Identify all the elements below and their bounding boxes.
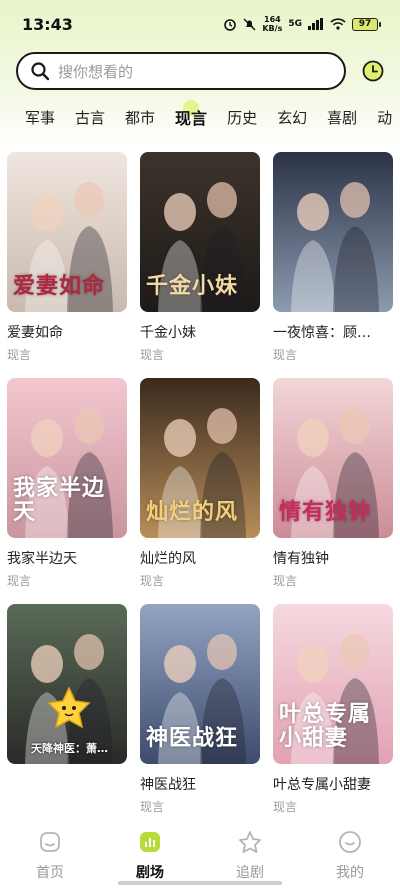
profile-icon bbox=[338, 830, 362, 858]
drama-poster[interactable]: 爱妻如命 bbox=[7, 152, 127, 312]
nav-label: 首页 bbox=[36, 865, 64, 881]
poster-overlay-text: 天降神医：萧… bbox=[31, 742, 108, 755]
net-speed: 164 KB/s bbox=[262, 15, 282, 33]
search-input[interactable]: 搜你想看的 bbox=[16, 52, 346, 90]
category-tab-0[interactable]: 军事 bbox=[25, 107, 55, 128]
network-type: 5G bbox=[288, 19, 302, 29]
nav-label: 追剧 bbox=[236, 865, 264, 881]
poster-title: 我家半边天 bbox=[13, 475, 106, 525]
drama-card[interactable]: 千金小妹 千金小妹 现言 bbox=[140, 152, 260, 378]
status-bar: 13:43 164 KB/s 5G 97 bbox=[0, 0, 400, 48]
search-row: 搜你想看的 bbox=[16, 52, 388, 90]
net-speed-unit: KB/s bbox=[262, 24, 283, 33]
drama-card[interactable]: 叶总专属小甜妻 叶总专属小甜妻 现言 bbox=[273, 604, 393, 830]
battery-indicator: 97 bbox=[352, 17, 381, 31]
nav-item-3[interactable]: 我的 bbox=[300, 830, 400, 882]
poster-title: 灿烂的风 bbox=[146, 499, 239, 525]
search-placeholder: 搜你想看的 bbox=[58, 62, 134, 81]
bottom-nav: 首页 剧场 追剧 我的 bbox=[0, 823, 400, 889]
nav-label: 剧场 bbox=[136, 865, 164, 881]
category-tab-3[interactable]: 现言 bbox=[175, 100, 207, 129]
drama-title[interactable]: 灿烂的风 bbox=[140, 548, 260, 568]
poster-title: 神医战狂 bbox=[146, 725, 239, 751]
drama-poster[interactable]: 千金小妹 bbox=[140, 152, 260, 312]
history-button[interactable] bbox=[362, 60, 384, 82]
drama-genre-tag: 现言 bbox=[7, 348, 32, 362]
nav-label: 我的 bbox=[336, 865, 364, 881]
drama-genre-tag: 现言 bbox=[140, 800, 165, 814]
alarm-icon bbox=[224, 19, 237, 31]
poster-title: 叶总专属小甜妻 bbox=[279, 701, 372, 751]
signal-icon bbox=[308, 18, 323, 30]
drama-card[interactable]: 天降神医：萧… bbox=[7, 604, 127, 830]
drama-card[interactable]: 爱妻如命 爱妻如命 现言 bbox=[7, 152, 127, 378]
category-tab-5[interactable]: 玄幻 bbox=[277, 107, 307, 128]
drama-genre-tag: 现言 bbox=[7, 574, 32, 588]
status-icons: 164 KB/s 5G 97 bbox=[223, 15, 381, 33]
category-tab-7[interactable]: 动 bbox=[377, 107, 392, 128]
star-mascot-icon bbox=[47, 686, 91, 730]
poster-title: 千金小妹 bbox=[146, 273, 239, 299]
drama-genre-tag: 现言 bbox=[140, 348, 165, 362]
clock-icon bbox=[362, 60, 384, 82]
nav-item-2[interactable]: 追剧 bbox=[200, 830, 300, 882]
drama-grid: 爱妻如命 爱妻如命 现言 千金小妹 千金小妹 现言 一夜惊喜：顾… 现言 我家半边天 我家半边天现… bbox=[7, 152, 393, 830]
nav-item-0[interactable]: 首页 bbox=[0, 830, 100, 882]
drama-poster[interactable]: 灿烂的风 bbox=[140, 378, 260, 538]
drama-card[interactable]: 情有独钟 情有独钟 现言 bbox=[273, 378, 393, 604]
drama-genre-tag: 现言 bbox=[273, 574, 298, 588]
home-indicator bbox=[118, 881, 282, 885]
wifi-icon bbox=[330, 18, 346, 30]
drama-title[interactable]: 叶总专属小甜妻 bbox=[273, 774, 393, 794]
mute-icon bbox=[243, 18, 256, 30]
category-tab-2[interactable]: 都市 bbox=[125, 107, 155, 128]
poster-artwork bbox=[273, 152, 393, 312]
drama-genre-tag: 现言 bbox=[140, 574, 165, 588]
category-tab-6[interactable]: 喜剧 bbox=[327, 107, 357, 128]
drama-card[interactable]: 神医战狂 神医战狂 现言 bbox=[140, 604, 260, 830]
drama-title[interactable]: 神医战狂 bbox=[140, 774, 260, 794]
drama-poster[interactable]: 叶总专属小甜妻 bbox=[273, 604, 393, 764]
poster-artwork bbox=[7, 604, 127, 764]
drama-title[interactable]: 爱妻如命 bbox=[7, 322, 127, 342]
nav-item-1[interactable]: 剧场 bbox=[100, 830, 200, 882]
drama-poster[interactable] bbox=[273, 152, 393, 312]
home-icon bbox=[38, 830, 62, 858]
drama-genre-tag: 现言 bbox=[273, 800, 298, 814]
theater-icon bbox=[138, 830, 162, 858]
category-tab-4[interactable]: 历史 bbox=[227, 107, 257, 128]
drama-poster[interactable]: 神医战狂 bbox=[140, 604, 260, 764]
drama-genre-tag: 现言 bbox=[273, 348, 298, 362]
drama-poster[interactable]: 情有独钟 bbox=[273, 378, 393, 538]
search-icon bbox=[31, 62, 50, 81]
drama-card[interactable]: 我家半边天 我家半边天 现言 bbox=[7, 378, 127, 604]
poster-title: 爱妻如命 bbox=[13, 273, 106, 299]
category-tabs: 军事 古言 都市 现言 历史 玄幻 喜剧动 bbox=[0, 100, 400, 134]
star-icon bbox=[238, 830, 262, 858]
drama-card[interactable]: 一夜惊喜：顾… 现言 bbox=[273, 152, 393, 378]
drama-title[interactable]: 我家半边天 bbox=[7, 548, 127, 568]
poster-title: 情有独钟 bbox=[279, 499, 372, 525]
drama-title[interactable]: 一夜惊喜：顾… bbox=[273, 322, 393, 342]
drama-card[interactable]: 灿烂的风 灿烂的风 现言 bbox=[140, 378, 260, 604]
category-tab-1[interactable]: 古言 bbox=[75, 107, 105, 128]
drama-title[interactable]: 情有独钟 bbox=[273, 548, 393, 568]
status-time: 13:43 bbox=[22, 14, 73, 34]
drama-title[interactable]: 千金小妹 bbox=[140, 322, 260, 342]
net-speed-value: 164 bbox=[264, 15, 281, 24]
drama-poster[interactable]: 天降神医：萧… bbox=[7, 604, 127, 764]
drama-poster[interactable]: 我家半边天 bbox=[7, 378, 127, 538]
